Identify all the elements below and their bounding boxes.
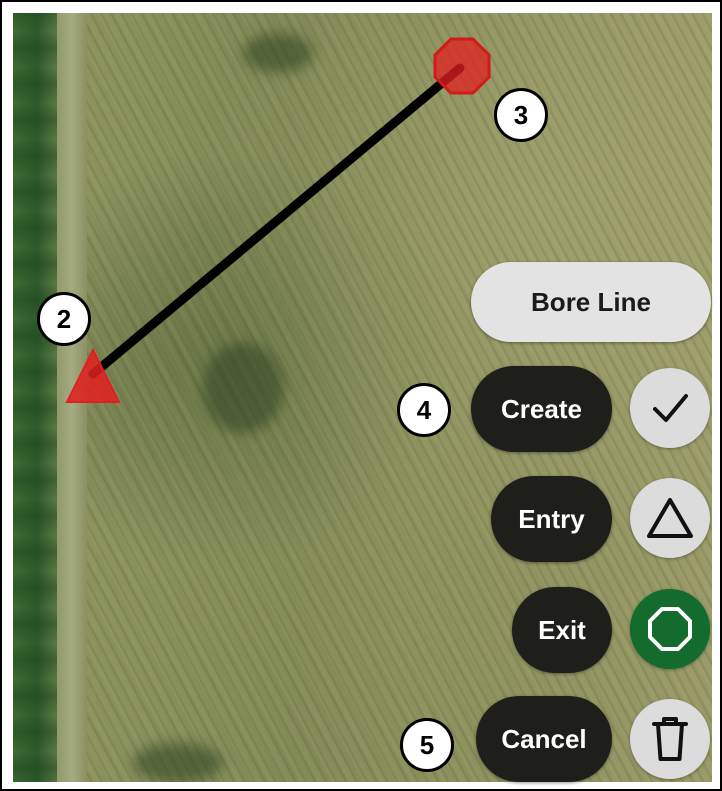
cancel-step-badge: 5 [400,718,454,772]
bore-line-title: Bore Line [531,286,651,317]
cancel-button-label: Cancel [501,723,587,754]
triangle-icon [647,498,693,538]
map-overlay [65,37,491,403]
create-button-label: Create [501,393,582,424]
entry-button-label: Entry [518,503,585,534]
screenshot-frame: 2 3 Bore Line 4 Create Entry Exit 5 Canc… [0,0,722,791]
create-button[interactable]: Create [471,366,612,452]
trash-icon [652,717,688,761]
bore-line[interactable] [88,63,465,379]
octagon-icon [648,607,692,651]
entry-button[interactable]: Entry [491,476,612,562]
exit-marker-badge: 3 [494,88,548,142]
cancel-step-badge-number: 5 [419,729,435,760]
create-step-badge-number: 4 [416,394,432,425]
exit-marker-badge-number: 3 [513,99,529,130]
create-step-badge: 4 [397,383,451,437]
entry-marker-badge-number: 2 [56,303,72,334]
bore-line-title-pill: Bore Line [471,262,711,342]
exit-button-label: Exit [538,614,586,645]
exit-octagon-button[interactable] [630,589,710,669]
exit-button[interactable]: Exit [512,587,612,673]
entry-triangle-button[interactable] [630,478,710,558]
entry-marker-badge: 2 [37,292,91,346]
cancel-trash-button[interactable] [630,699,710,779]
create-check-button[interactable] [630,368,710,448]
cancel-button[interactable]: Cancel [476,696,612,782]
check-icon [653,394,688,422]
exit-marker-octagon[interactable] [433,37,491,95]
